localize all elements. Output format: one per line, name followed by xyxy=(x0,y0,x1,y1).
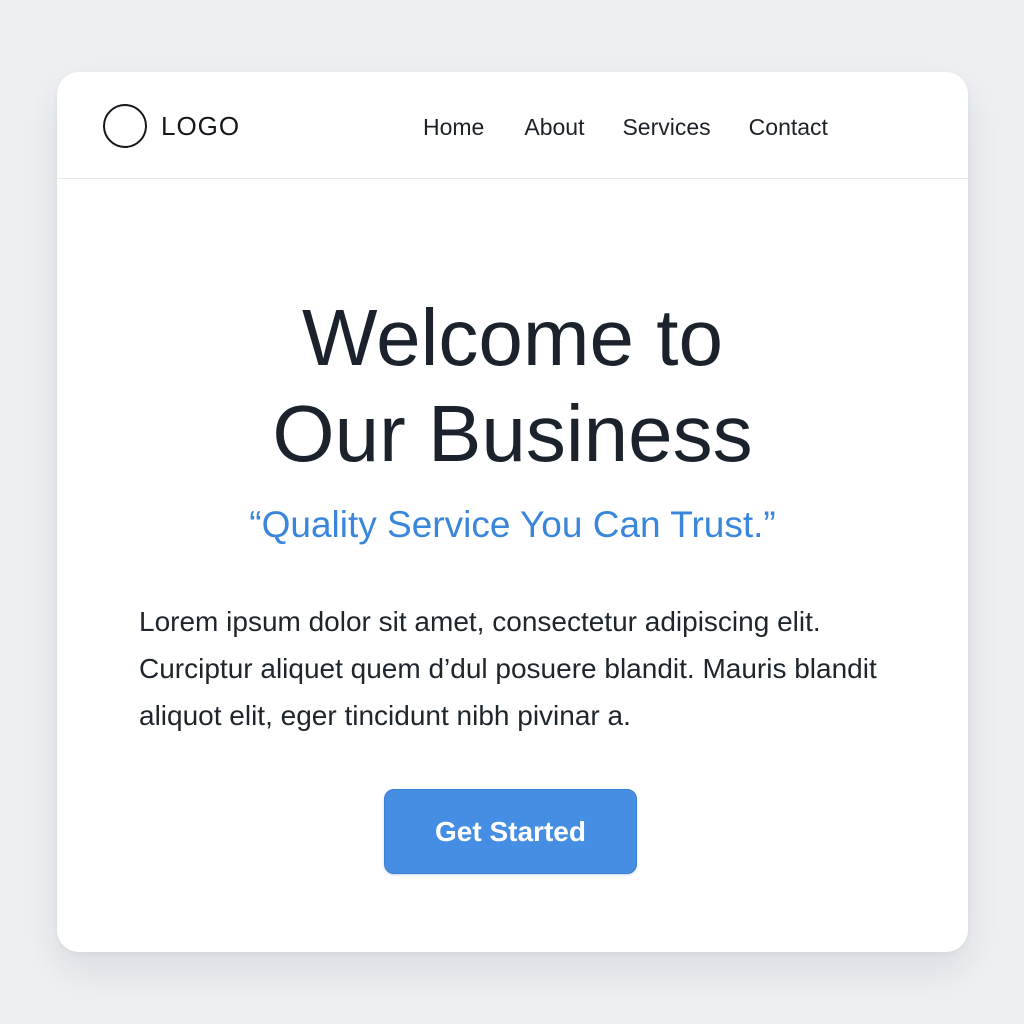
navbar: LOGO Home About Services Contact xyxy=(57,72,968,179)
hero-tagline: “Quality Service You Can Trust.” xyxy=(249,504,776,545)
hero-body-text: Lorem ipsum dolor sit amet, consectetur … xyxy=(139,606,877,731)
nav-services[interactable]: Services xyxy=(622,112,710,142)
nav-about[interactable]: About xyxy=(524,112,584,142)
logo-circle-icon xyxy=(103,104,147,148)
hero-title-line-1: Welcome to xyxy=(302,293,723,382)
logo[interactable]: LOGO xyxy=(103,104,240,148)
logo-text: LOGO xyxy=(161,110,241,141)
main-nav: Home About Services Contact xyxy=(423,112,828,142)
nav-home[interactable]: Home xyxy=(423,112,484,142)
nav-contact[interactable]: Contact xyxy=(749,112,828,142)
get-started-button[interactable]: Get Started xyxy=(384,789,637,874)
hero-title: Welcome to Our Business xyxy=(57,290,968,482)
page-card: LOGO Home About Services Contact Welcome… xyxy=(57,72,968,952)
hero-title-line-2: Our Business xyxy=(272,389,753,478)
